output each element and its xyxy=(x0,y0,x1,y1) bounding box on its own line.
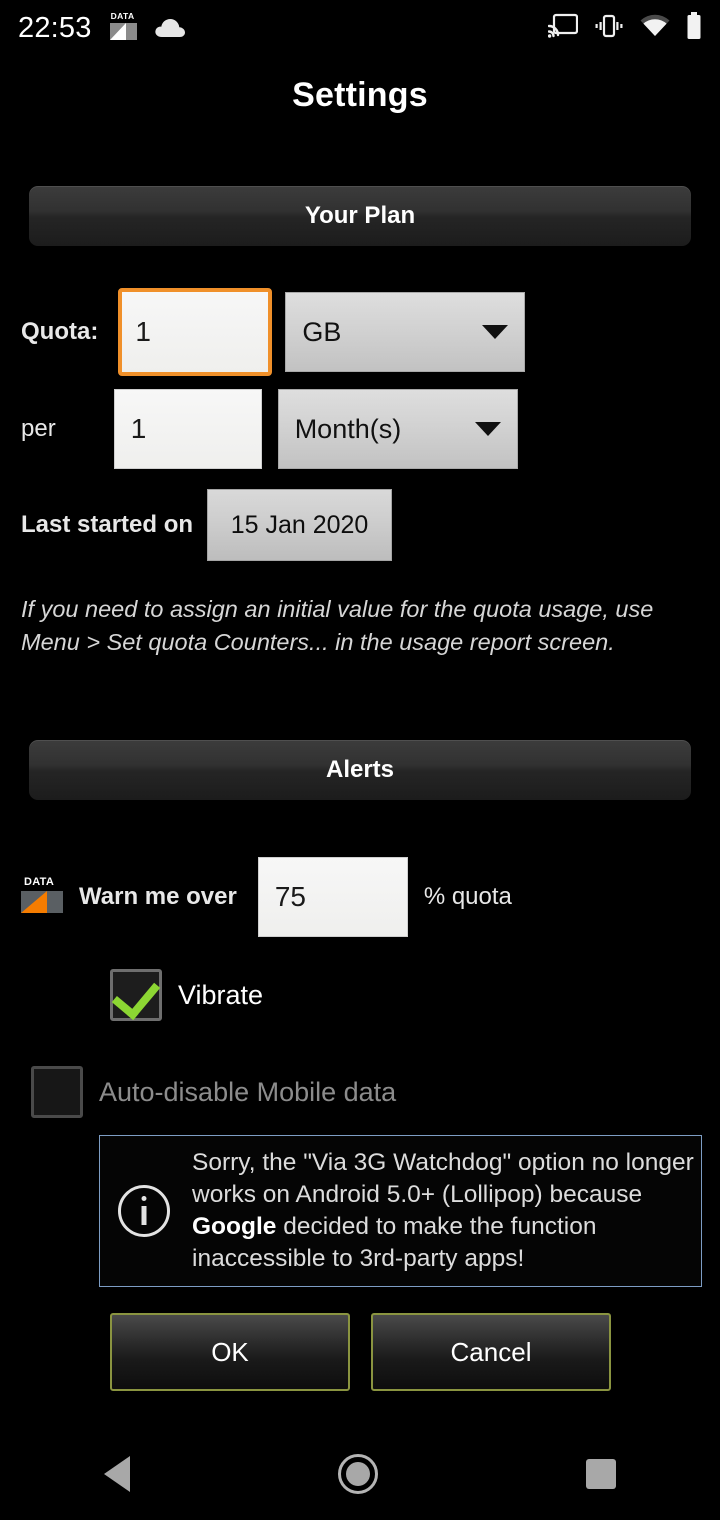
autodisable-row[interactable]: Auto-disable Mobile data xyxy=(31,1063,396,1121)
quota-unit-dropdown[interactable]: GB xyxy=(285,292,526,372)
wifi-icon xyxy=(640,14,670,43)
vibrate-row[interactable]: Vibrate xyxy=(110,966,263,1024)
vibrate-checkbox[interactable] xyxy=(110,969,162,1021)
quota-row: Quota: 1 GB xyxy=(21,288,526,376)
cloud-icon xyxy=(154,17,186,39)
status-bar: 22:53 DATA xyxy=(0,0,720,56)
check-icon xyxy=(111,969,161,1021)
vibrate-icon xyxy=(594,13,624,44)
data-usage-icon: DATA xyxy=(109,12,140,43)
quota-label: Quota: xyxy=(21,318,99,345)
per-label: per xyxy=(21,415,56,442)
dialog-message-bold: Google xyxy=(192,1213,277,1240)
cast-icon xyxy=(547,13,579,44)
status-left-icons: DATA xyxy=(109,12,186,43)
vibrate-label: Vibrate xyxy=(178,979,264,1010)
warn-row: DATA Warn me over 75 % quota xyxy=(21,857,512,937)
info-icon xyxy=(118,1185,170,1237)
page-title: Settings xyxy=(292,76,428,114)
cancel-button[interactable]: Cancel xyxy=(371,1313,611,1391)
status-clock: 22:53 xyxy=(18,11,92,44)
dialog-message-part1: Sorry, the "Via 3G Watchdog" option no l… xyxy=(192,1149,694,1208)
quota-unit-value: GB xyxy=(302,316,342,347)
last-started-label: Last started on xyxy=(21,511,194,538)
autodisable-label: Auto-disable Mobile data xyxy=(99,1076,397,1107)
last-started-row: Last started on 15 Jan 2020 xyxy=(21,489,393,561)
back-icon[interactable] xyxy=(104,1456,130,1492)
warn-threshold-input[interactable]: 75 xyxy=(257,857,408,937)
quota-input[interactable]: 1 xyxy=(118,288,273,376)
recents-icon[interactable] xyxy=(586,1459,616,1489)
status-right-icons xyxy=(547,11,702,45)
android-navigation-bar xyxy=(0,1428,720,1520)
warn-label: Warn me over xyxy=(79,883,237,910)
chevron-down-icon xyxy=(474,422,501,436)
per-unit-value: Month(s) xyxy=(294,413,402,444)
battery-icon xyxy=(686,11,702,45)
chevron-down-icon xyxy=(482,325,509,339)
warn-suffix-label: % quota xyxy=(423,883,512,910)
quota-hint-text: If you need to assign an initial value f… xyxy=(21,596,654,655)
per-row: per 1 Month(s) xyxy=(21,389,518,469)
per-unit-dropdown[interactable]: Month(s) xyxy=(277,389,518,469)
section-header-your-plan: Your Plan xyxy=(29,186,691,246)
data-usage-icon: DATA xyxy=(21,877,67,917)
ok-button[interactable]: OK xyxy=(110,1313,350,1391)
info-dialog: Sorry, the "Via 3G Watchdog" option no l… xyxy=(99,1135,702,1287)
per-input[interactable]: 1 xyxy=(113,389,262,469)
section-header-alerts: Alerts xyxy=(29,740,691,800)
autodisable-checkbox[interactable] xyxy=(31,1066,83,1118)
last-started-date-button[interactable]: 15 Jan 2020 xyxy=(207,489,393,561)
dialog-message: Sorry, the "Via 3G Watchdog" option no l… xyxy=(192,1147,697,1275)
home-icon[interactable] xyxy=(338,1454,378,1494)
